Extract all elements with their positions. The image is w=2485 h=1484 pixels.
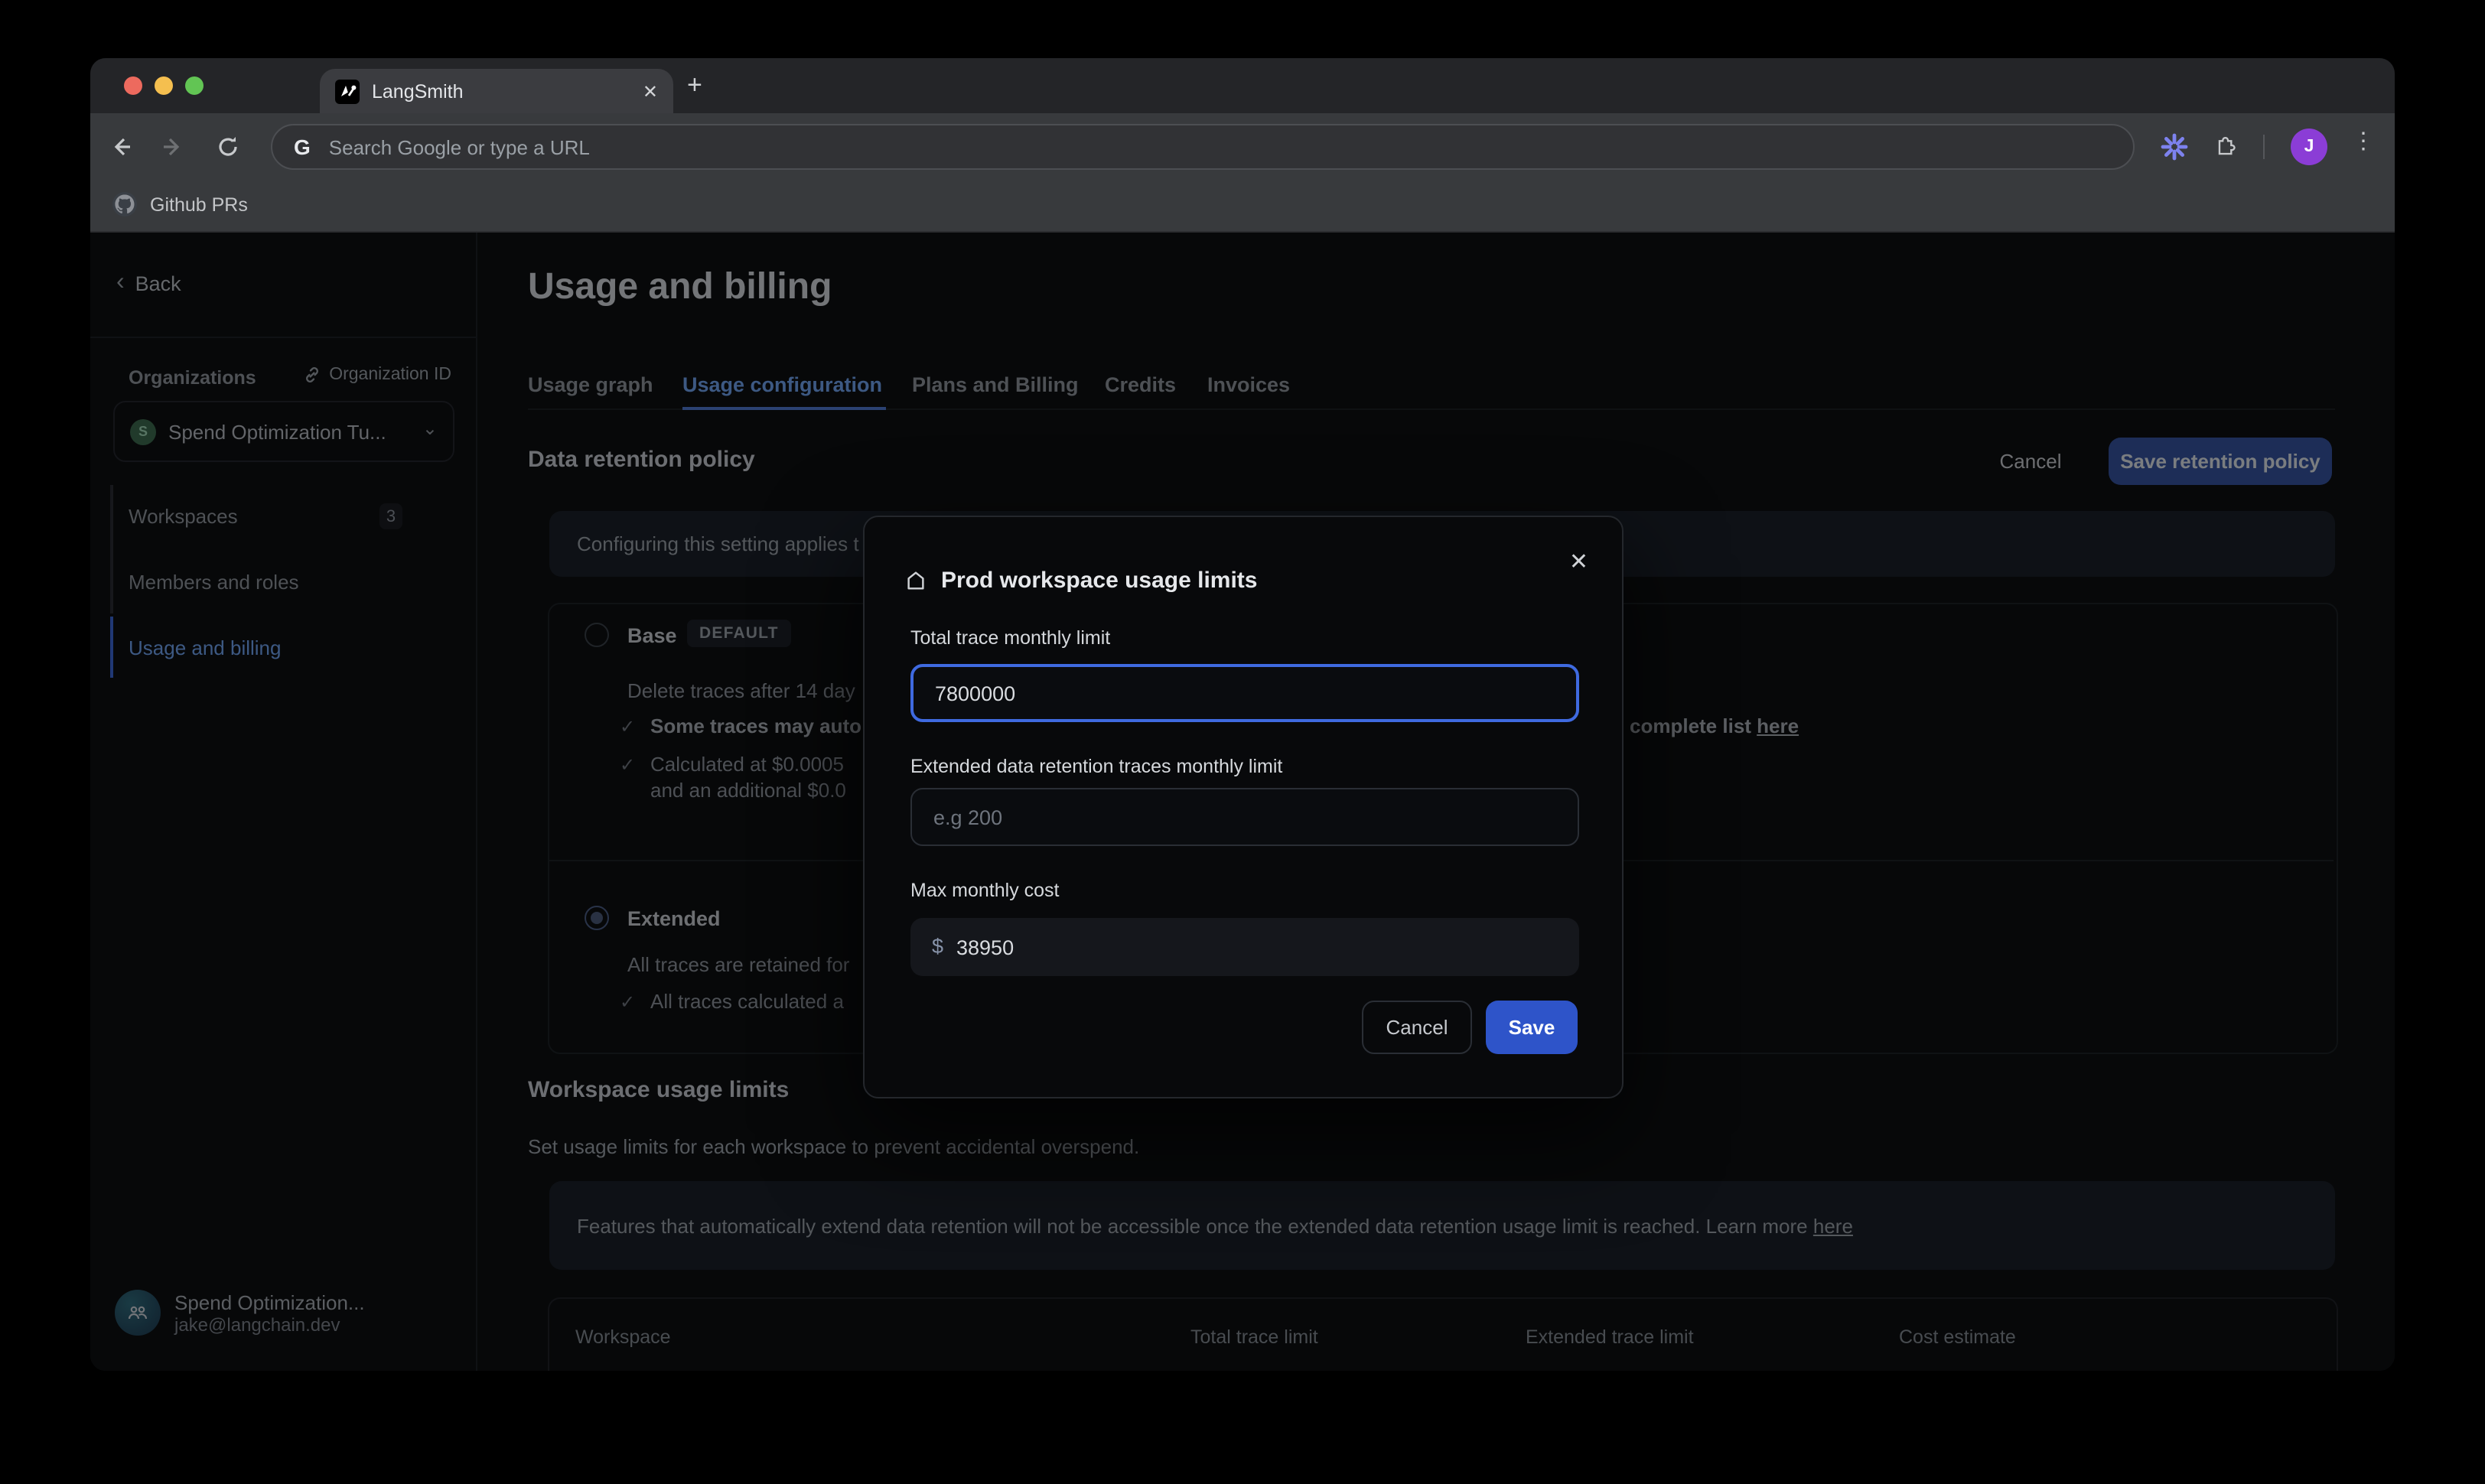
back-button[interactable] <box>106 132 136 162</box>
google-icon: G <box>294 135 311 159</box>
window-close-button[interactable] <box>124 76 142 95</box>
browser-toolbar: G Search Google or type a URL <box>90 113 2395 181</box>
bookmark-github-prs[interactable]: Github PRs <box>112 191 248 217</box>
screen: LangSmith ✕ + ⌄ <box>0 0 2485 1484</box>
total-trace-limit-label: Total trace monthly limit <box>910 627 1110 649</box>
modal-title: Prod workspace usage limits <box>941 568 1258 594</box>
extended-retention-limit-input[interactable] <box>910 788 1579 846</box>
max-monthly-cost-input[interactable] <box>910 918 1579 976</box>
new-tab-button[interactable]: + <box>687 70 702 101</box>
home-icon <box>904 569 927 592</box>
toolbar-separator <box>2263 135 2265 159</box>
reload-button[interactable] <box>213 132 243 162</box>
bookmark-label: Github PRs <box>150 194 248 215</box>
langsmith-favicon <box>335 79 360 103</box>
url-placeholder: Search Google or type a URL <box>329 135 590 158</box>
forward-button[interactable] <box>158 132 188 162</box>
url-input[interactable]: G Search Google or type a URL <box>271 124 2135 170</box>
page-content: ‹ Back Organizations Organization ID S S… <box>90 233 2395 1371</box>
profile-avatar[interactable]: J <box>2291 129 2327 165</box>
max-monthly-cost-label: Max monthly cost <box>910 880 1060 901</box>
avatar-initial: J <box>2304 138 2314 156</box>
modal-save-button[interactable]: Save <box>1486 1001 1578 1054</box>
dollar-prefix: $ <box>932 935 943 958</box>
extensions-button[interactable] <box>2211 132 2242 162</box>
modal-close-button[interactable]: ✕ <box>1569 548 1588 575</box>
forward-arrow-icon <box>161 135 185 159</box>
reload-icon <box>216 135 240 159</box>
window-zoom-button[interactable] <box>185 76 204 95</box>
tab-title: LangSmith <box>372 80 643 102</box>
extended-retention-limit-label: Extended data retention traces monthly l… <box>910 756 1282 777</box>
tab-strip: LangSmith ✕ + ⌄ <box>90 58 2395 113</box>
window-minimize-button[interactable] <box>155 76 173 95</box>
back-arrow-icon <box>109 135 133 159</box>
bookmarks-bar: Github PRs <box>90 181 2395 233</box>
tab-close-icon[interactable]: ✕ <box>643 80 658 102</box>
extension-spark-button[interactable] <box>2159 132 2190 162</box>
browser-menu-button[interactable]: ⋮ <box>2352 127 2375 155</box>
modal-cancel-button[interactable]: Cancel <box>1362 1001 1472 1054</box>
puzzle-icon <box>2213 134 2239 160</box>
browser-window: LangSmith ✕ + ⌄ <box>90 58 2395 1371</box>
browser-tab[interactable]: LangSmith ✕ <box>320 69 673 113</box>
workspace-usage-limits-modal: Prod workspace usage limits ✕ Total trac… <box>863 516 1624 1098</box>
spark-extension-icon <box>2161 133 2188 161</box>
total-trace-limit-input[interactable] <box>910 664 1579 722</box>
github-icon <box>112 191 138 217</box>
